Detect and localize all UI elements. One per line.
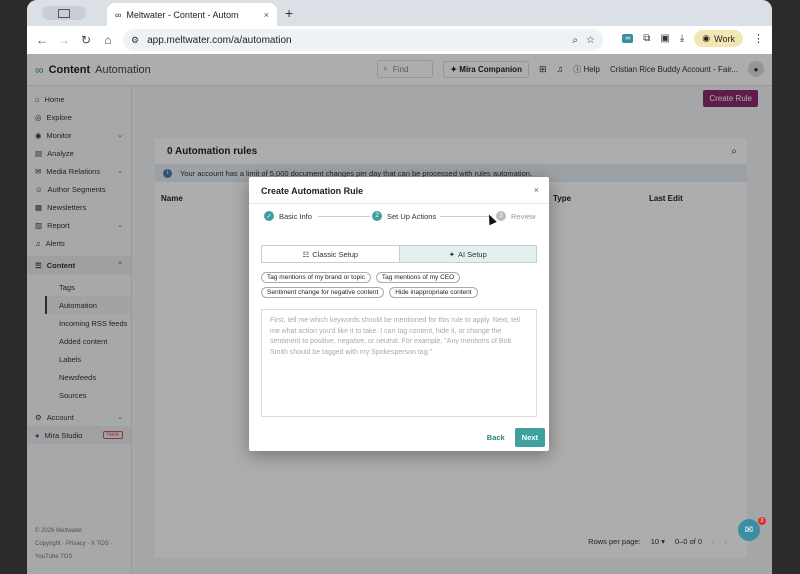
reload-icon[interactable]: ↻ <box>75 33 97 47</box>
zoom-icon[interactable]: ⌕ <box>572 35 578 46</box>
tab-ai-label: AI Setup <box>458 249 487 259</box>
extensions-icon[interactable]: ⧉ <box>643 33 650 44</box>
chip-sentiment-negative[interactable]: Sentiment change for negative content <box>261 287 385 298</box>
next-button[interactable]: Next <box>514 428 545 447</box>
browser-menu-icon[interactable]: ⋮ <box>753 32 764 45</box>
step-number: 3 <box>496 211 506 221</box>
browser-tab[interactable]: ∞ Meltwater - Content - Autom × <box>107 3 277 26</box>
tab-classic-setup[interactable]: ☷ Classic Setup <box>262 246 399 262</box>
chip-tag-brand[interactable]: Tag mentions of my brand or topic <box>261 272 371 283</box>
dialog-title: Create Automation Rule <box>261 186 364 196</box>
step-label: Set Up Actions <box>387 211 437 221</box>
step-label: Review <box>511 211 536 221</box>
ai-prompt-textarea[interactable]: First, tell me which keywords should be … <box>261 309 537 417</box>
suggestion-chips: Tag mentions of my brand or topic Tag me… <box>261 272 541 302</box>
new-tab-button[interactable]: + <box>285 5 293 21</box>
profile-label: Work <box>714 33 735 44</box>
create-automation-rule-dialog: Create Automation Rule × ✓ Basic Info 2 … <box>249 177 549 451</box>
home-browser-icon[interactable]: ⌂ <box>97 33 119 47</box>
back-arrow-icon[interactable]: ← <box>31 33 53 47</box>
tab-ai-setup[interactable]: ✦ AI Setup <box>398 246 536 262</box>
check-icon: ✓ <box>264 211 274 221</box>
chip-tag-ceo[interactable]: Tag mentions of my CEO <box>375 272 461 283</box>
step-label: Basic Info <box>279 211 312 221</box>
url-text: app.meltwater.com/a/automation <box>147 34 292 46</box>
tab-title: Meltwater - Content - Autom <box>126 9 239 20</box>
browser-toolbar-right: ∞ ⧉ ▣ ⤓ ◉ Work ⋮ <box>622 30 764 47</box>
profile-button[interactable]: ◉ Work <box>694 30 743 47</box>
bookmark-star-icon[interactable]: ☆ <box>586 35 595 46</box>
chat-badge: 2 <box>758 517 766 525</box>
step-connector <box>440 216 492 217</box>
tab-search-icon[interactable] <box>42 6 86 20</box>
back-button[interactable]: Back <box>487 433 505 442</box>
close-icon[interactable]: × <box>534 185 539 195</box>
setup-mode-tabs: ☷ Classic Setup ✦ AI Setup <box>261 245 537 263</box>
tab-search-browser-icon[interactable]: ▣ <box>660 33 669 44</box>
step-number: 2 <box>372 211 382 221</box>
magic-wand-icon: ✦ <box>448 249 455 259</box>
step-set-up-actions: 2 Set Up Actions <box>372 211 436 221</box>
chip-hide-inappropriate[interactable]: Hide inappropriate content <box>389 287 478 298</box>
sliders-icon: ☷ <box>302 249 310 259</box>
site-settings-icon[interactable]: ⚙ <box>131 35 139 46</box>
meltwater-tab-icon: ∞ <box>115 9 122 20</box>
dialog-footer: Back Next <box>487 428 545 447</box>
chat-icon[interactable]: ✉ <box>738 519 760 541</box>
forward-arrow-icon[interactable]: → <box>53 33 75 47</box>
profile-avatar-icon: ◉ <box>702 33 711 43</box>
tab-close-icon[interactable]: × <box>264 10 269 20</box>
tab-strip: ∞ Meltwater - Content - Autom × + <box>27 0 772 26</box>
step-review: 3 Review <box>496 211 536 221</box>
address-bar: ← → ↻ ⌂ ⚙ app.meltwater.com/a/automation… <box>27 26 772 54</box>
meltwater-extension-icon[interactable]: ∞ <box>622 34 634 43</box>
tab-classic-label: Classic Setup <box>312 249 359 259</box>
divider <box>249 203 549 204</box>
step-connector <box>318 216 370 217</box>
url-field[interactable]: ⚙ app.meltwater.com/a/automation ⌕ ☆ <box>123 29 603 51</box>
step-basic-info: ✓ Basic Info <box>264 211 312 221</box>
download-icon[interactable]: ⤓ <box>680 33 684 44</box>
